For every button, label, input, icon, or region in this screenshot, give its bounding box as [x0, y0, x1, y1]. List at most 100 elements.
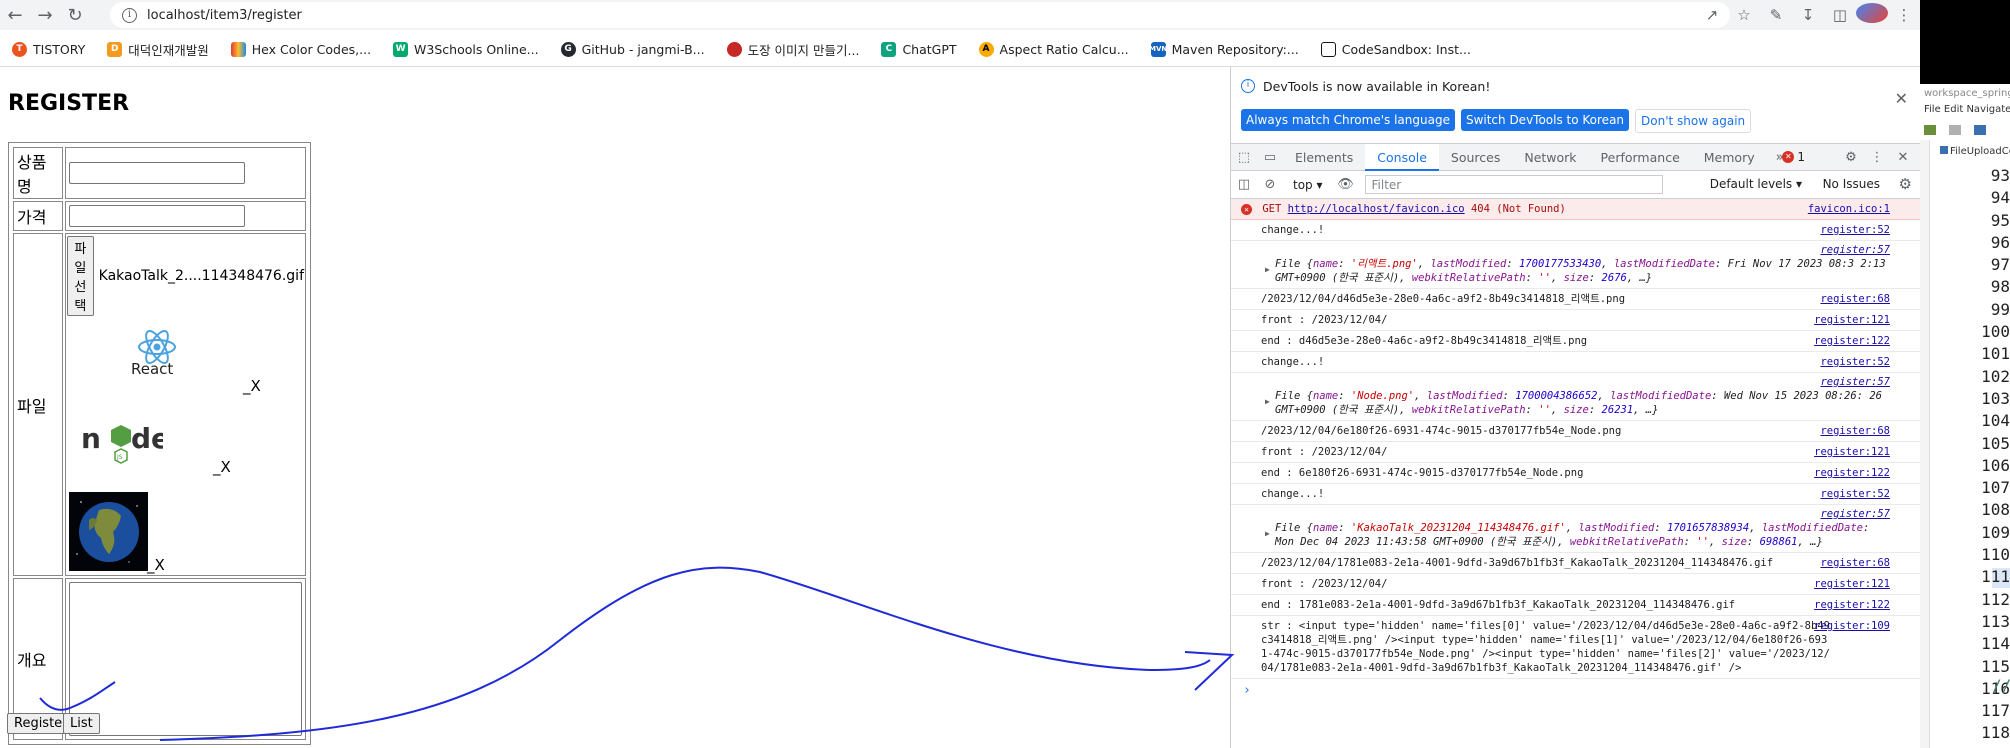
tistory-icon: T — [12, 41, 27, 57]
error-url-link[interactable]: http://localhost/favicon.ico — [1288, 203, 1465, 215]
ide-editor-tab[interactable]: FileUploadCo — [1940, 146, 2010, 162]
bookmark-maven[interactable]: MVN Maven Repository:... — [1149, 41, 1299, 57]
log-levels-dropdown[interactable]: Default levels ▾ — [1710, 177, 1802, 191]
page-title: REGISTER — [8, 91, 130, 116]
ide-line-number: 96 — [1990, 232, 2010, 252]
console-source-link[interactable]: register:57 — [1820, 243, 1890, 257]
download-icon[interactable]: ↧ — [1792, 6, 1824, 24]
ide-toolbar — [1920, 122, 2010, 138]
forward-icon[interactable]: → — [30, 0, 60, 30]
console-source-link[interactable]: register:109 — [1814, 619, 1890, 633]
bookmark-hex-color[interactable]: Hex Color Codes,... — [230, 41, 371, 57]
tab-performance[interactable]: Performance — [1589, 144, 1692, 171]
desc-textarea[interactable] — [69, 582, 302, 736]
console-source-link[interactable]: register:57 — [1820, 507, 1890, 521]
console-source-link[interactable]: register:52 — [1820, 223, 1890, 237]
chatgpt-icon: C — [881, 41, 897, 57]
console-source-link[interactable]: register:121 — [1814, 577, 1890, 591]
bookmark-aspect-ratio[interactable]: A Aspect Ratio Calcu... — [978, 41, 1129, 57]
console-settings-gear-icon[interactable]: ⚙ — [1899, 175, 1912, 193]
customize-kebab-icon[interactable]: ⋮ — [1864, 150, 1890, 165]
inspect-element-icon[interactable]: ⬚ — [1231, 150, 1257, 165]
bookmark-w3schools[interactable]: W W3Schools Online... — [393, 41, 539, 57]
node-logo-icon: n de JS — [81, 422, 163, 464]
remove-file-x-1[interactable]: _X — [243, 377, 261, 395]
always-match-language-button[interactable]: Always match Chrome's language — [1241, 109, 1455, 131]
console-source-link[interactable]: register:68 — [1820, 292, 1890, 306]
console-source-link[interactable]: register:68 — [1820, 556, 1890, 570]
console-log-message: front : /2023/12/04/register:121 — [1231, 442, 1920, 463]
sidebar-toggle-icon[interactable]: ◫ — [1231, 177, 1257, 192]
close-devtools-icon[interactable]: ✕ — [1890, 150, 1916, 165]
ide-line-number: 98 — [1990, 277, 2010, 297]
ide-line-number: 106 — [1981, 455, 2010, 475]
dont-show-again-button[interactable]: Don't show again — [1635, 109, 1752, 133]
console-filter-input[interactable]: Filter — [1364, 175, 1663, 194]
name-input[interactable] — [69, 162, 245, 184]
address-bar[interactable]: i localhost/item3/register — [110, 2, 1730, 28]
console-source-link[interactable]: register:121 — [1814, 445, 1890, 459]
menu-kebab-icon[interactable]: ⋮ — [1888, 6, 1920, 24]
console-source-link[interactable]: register:122 — [1814, 466, 1890, 480]
ide-line-number: 101 — [1981, 344, 2010, 364]
tab-sources[interactable]: Sources — [1439, 144, 1512, 171]
device-toolbar-icon[interactable]: ▭ — [1257, 150, 1283, 165]
daedeok-icon: D — [107, 41, 123, 57]
remove-file-x-3[interactable]: _X — [147, 556, 165, 574]
console-source-link[interactable]: favicon.ico:1 — [1808, 202, 1890, 216]
live-expression-eye-icon[interactable]: 👁 — [1333, 177, 1359, 192]
console-source-link[interactable]: register:52 — [1820, 487, 1890, 501]
ide-toolbar-icon[interactable] — [1949, 125, 1962, 135]
console-source-link[interactable]: register:57 — [1820, 375, 1890, 389]
tab-memory[interactable]: Memory — [1692, 144, 1767, 171]
extensions-icon[interactable]: ✎ — [1760, 6, 1792, 24]
switch-to-korean-button[interactable]: Switch DevTools to Korean — [1460, 109, 1630, 131]
register-form: 상품명 가격 파일 파일 선택 KakaoTalk_2....114348476… — [8, 142, 311, 745]
site-info-icon[interactable]: i — [122, 7, 137, 23]
bookmark-star-icon[interactable]: ☆ — [1728, 6, 1760, 24]
bookmark-stamp[interactable]: 도장 이미지 만들기... — [726, 40, 859, 59]
console-source-link[interactable]: register:68 — [1820, 424, 1890, 438]
console-source-link[interactable]: register:121 — [1814, 313, 1890, 327]
clear-console-icon[interactable]: ⊘ — [1257, 177, 1283, 192]
ide-line-number: 100 — [1981, 322, 2010, 342]
console-source-link[interactable]: register:52 — [1820, 355, 1890, 369]
tab-elements[interactable]: Elements — [1283, 144, 1365, 171]
settings-gear-icon[interactable]: ⚙ — [1838, 150, 1864, 165]
price-input[interactable] — [69, 205, 245, 227]
console-file-object: ▶ File {name: 'KakaoTalk_20231204_1143484… — [1231, 505, 1920, 553]
ide-line-number: 110 — [1981, 545, 2010, 565]
bookmark-github[interactable]: G GitHub - jangmi-B... — [560, 41, 705, 57]
name-label: 상품명 — [13, 147, 63, 199]
console-log-message: end : 1781e083-2e1a-4001-9dfd-3a9d67b1fb… — [1231, 595, 1920, 616]
ide-line-number: 95 — [1990, 210, 2010, 230]
bookmark-chatgpt[interactable]: C ChatGPT — [881, 41, 957, 57]
side-panel-icon[interactable]: ◫ — [1824, 6, 1856, 24]
ide-toolbar-icon[interactable] — [1974, 125, 1987, 135]
console-source-link[interactable]: register:122 — [1814, 334, 1890, 348]
back-icon[interactable]: ← — [0, 0, 30, 30]
choose-file-button[interactable]: 파일 선택 — [67, 236, 94, 316]
profile-avatar[interactable] — [1856, 3, 1888, 23]
tab-network[interactable]: Network — [1512, 144, 1588, 171]
issues-counter[interactable]: No Issues — [1823, 177, 1880, 191]
expand-triangle-icon[interactable]: ▶ — [1265, 527, 1270, 541]
expand-triangle-icon[interactable]: ▶ — [1265, 395, 1270, 409]
bookmark-daedeok[interactable]: D 대덕인재개발원 — [107, 40, 209, 59]
codesandbox-icon — [1320, 41, 1336, 57]
reload-icon[interactable]: ↻ — [60, 0, 90, 30]
list-button[interactable]: List — [63, 713, 100, 734]
remove-file-x-2[interactable]: _X — [213, 458, 231, 476]
context-selector[interactable]: top ▾ — [1293, 178, 1323, 192]
console-prompt[interactable]: › — [1231, 679, 1920, 702]
share-icon[interactable]: ↗ — [1696, 6, 1728, 24]
error-count-badge[interactable]: ✕ 1 — [1782, 150, 1805, 164]
tab-console[interactable]: Console — [1365, 143, 1439, 171]
bookmark-tistory[interactable]: T TISTORY — [12, 41, 85, 57]
expand-triangle-icon[interactable]: ▶ — [1265, 263, 1270, 277]
console-source-link[interactable]: register:122 — [1814, 598, 1890, 612]
bookmark-codesandbox[interactable]: CodeSandbox: Inst... — [1320, 41, 1471, 57]
ide-menu[interactable]: File Edit Navigate — [1920, 104, 2010, 120]
ide-toolbar-icon[interactable] — [1924, 125, 1936, 135]
close-notice-icon[interactable]: ✕ — [1895, 89, 1908, 108]
